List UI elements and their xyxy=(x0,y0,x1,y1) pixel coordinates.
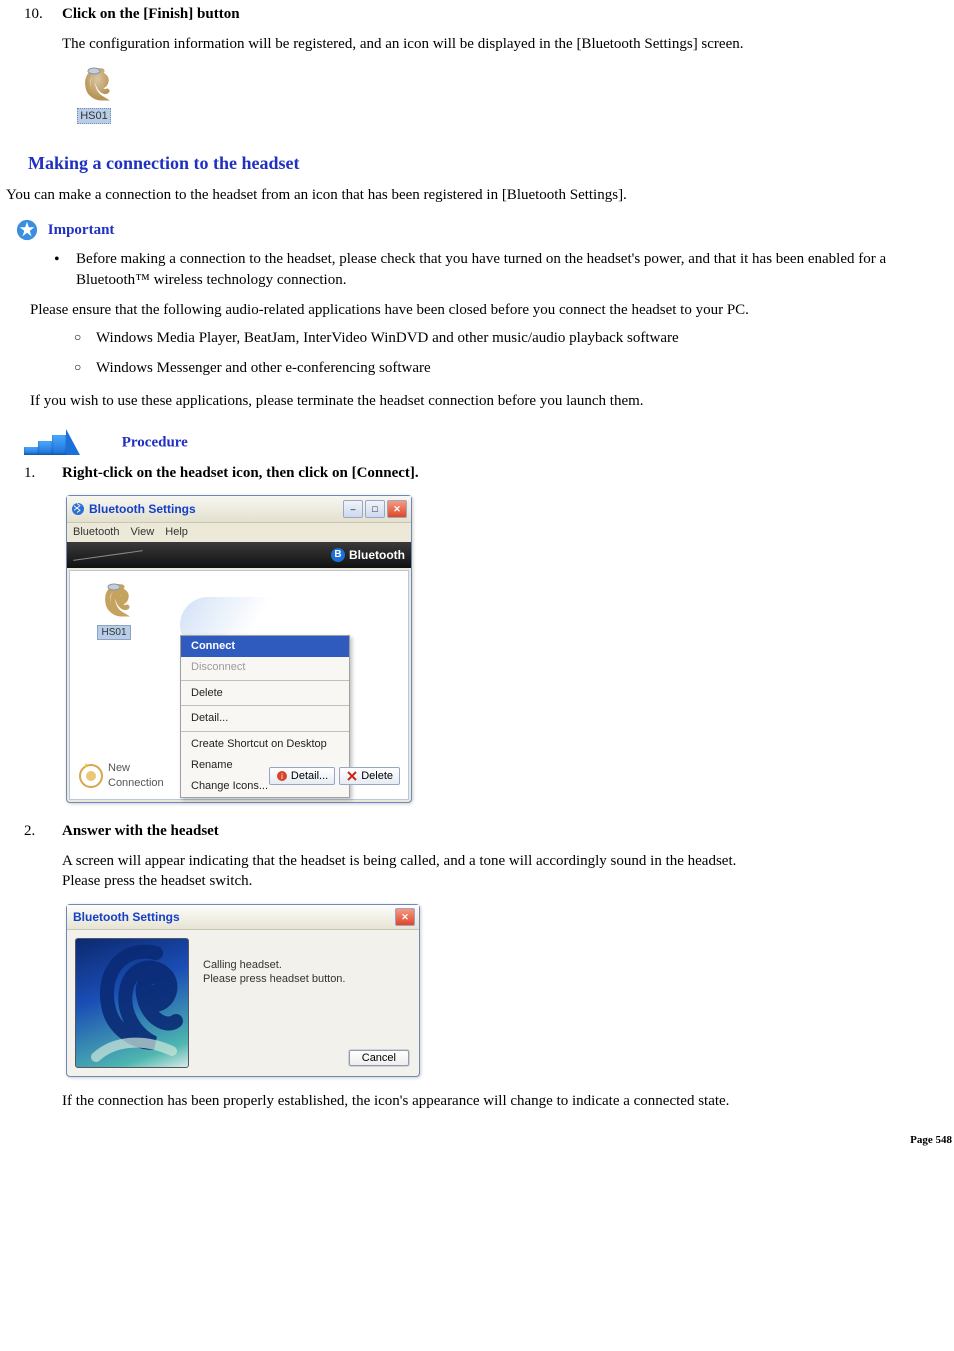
window-menubar: Bluetooth View Help xyxy=(67,523,411,542)
step2-desc1: A screen will appear indicating that the… xyxy=(62,851,736,871)
hs01-label-in-window: HS01 xyxy=(97,625,130,641)
important-bullet: Before making a connection to the headse… xyxy=(76,249,954,290)
bluetooth-logo-icon xyxy=(71,502,85,516)
ensure-text: Please ensure that the following audio-r… xyxy=(30,300,954,320)
section-intro: You can make a connection to the headset… xyxy=(6,185,954,205)
headset-icon xyxy=(94,581,134,621)
step2-desc2: Please press the headset switch. xyxy=(62,871,736,891)
bullet-icon xyxy=(54,249,76,290)
dialog-msg1: Calling headset. xyxy=(203,958,409,973)
new-conn-line1: New xyxy=(108,762,130,774)
step10-desc: The configuration information will be re… xyxy=(62,34,744,54)
window-body: HS01 Connect Disconnect Delete Detail...… xyxy=(69,570,409,800)
hs01-desktop-icon: HS01 xyxy=(64,65,124,125)
brand-band-text: Bluetooth xyxy=(349,547,405,563)
close-button[interactable]: ✕ xyxy=(387,500,407,518)
detail-button-label: Detail... xyxy=(291,769,328,784)
bluetooth-settings-window: Bluetooth Settings – □ ✕ Bluetooth View … xyxy=(66,495,412,803)
window-titlebar: Bluetooth Settings – □ ✕ xyxy=(67,496,411,523)
menu-bluetooth[interactable]: Bluetooth xyxy=(73,526,119,538)
minimize-button[interactable]: – xyxy=(343,500,363,518)
new-conn-line2: Connection xyxy=(108,777,164,789)
ctx-menu-connect[interactable]: Connect xyxy=(181,636,349,657)
new-connection-icon xyxy=(78,763,104,789)
bullet-circle-icon xyxy=(74,328,96,348)
important-label: Important xyxy=(48,222,115,238)
step10-title: Click on the [Finish] button xyxy=(62,4,744,24)
page-footer: Page 548 xyxy=(6,1111,954,1154)
svg-text:i: i xyxy=(281,772,283,781)
app-item-1: Windows Media Player, BeatJam, InterVide… xyxy=(96,328,679,348)
final-text: If the connection has been properly esta… xyxy=(62,1091,954,1111)
step1-title: Right-click on the headset icon, then cl… xyxy=(62,463,419,483)
x-icon xyxy=(346,770,358,782)
bluetooth-icon: B xyxy=(331,548,345,562)
ctx-menu-create-shortcut[interactable]: Create Shortcut on Desktop xyxy=(181,734,349,755)
dialog-cancel-button[interactable]: Cancel xyxy=(349,1050,409,1066)
dialog-title: Bluetooth Settings xyxy=(71,909,393,925)
window-brand-band: B Bluetooth xyxy=(67,542,411,568)
terminate-text: If you wish to use these applications, p… xyxy=(30,391,954,411)
bullet-circle-icon xyxy=(74,358,96,378)
step2-title: Answer with the headset xyxy=(62,821,736,841)
section-title: Making a connection to the headset xyxy=(28,151,954,175)
calling-headset-dialog: Bluetooth Settings ✕ Calling headset. Pl… xyxy=(66,904,420,1077)
menu-help[interactable]: Help xyxy=(165,526,188,538)
window-title: Bluetooth Settings xyxy=(89,501,341,517)
procedure-steps-icon xyxy=(24,431,78,455)
hs01-icon-label: HS01 xyxy=(77,108,111,125)
ctx-menu-detail[interactable]: Detail... xyxy=(181,708,349,729)
ctx-menu-delete[interactable]: Delete xyxy=(181,683,349,704)
step1-number: 1. xyxy=(6,463,62,483)
delete-button[interactable]: Delete xyxy=(339,767,400,786)
detail-button[interactable]: i Detail... xyxy=(269,767,335,786)
new-connection-button[interactable]: New Connection xyxy=(78,761,164,791)
dialog-image xyxy=(75,938,189,1068)
dialog-titlebar: Bluetooth Settings ✕ xyxy=(67,905,419,930)
dialog-close-button[interactable]: ✕ xyxy=(395,908,415,926)
step10-number: 10. xyxy=(6,4,62,55)
hs01-icon-in-window[interactable]: HS01 xyxy=(86,581,142,641)
procedure-label: Procedure xyxy=(122,434,188,450)
maximize-button[interactable]: □ xyxy=(365,500,385,518)
important-icon xyxy=(16,219,38,241)
delete-button-label: Delete xyxy=(361,769,393,784)
window-footer: New Connection i Detail... Delete xyxy=(78,761,400,791)
ctx-menu-disconnect: Disconnect xyxy=(181,657,349,678)
menu-view[interactable]: View xyxy=(131,526,155,538)
app-item-2: Windows Messenger and other e-conferenci… xyxy=(96,358,431,378)
dialog-msg2: Please press headset button. xyxy=(203,972,409,987)
headset-icon xyxy=(74,65,114,105)
info-icon: i xyxy=(276,770,288,782)
step2-number: 2. xyxy=(6,821,62,892)
